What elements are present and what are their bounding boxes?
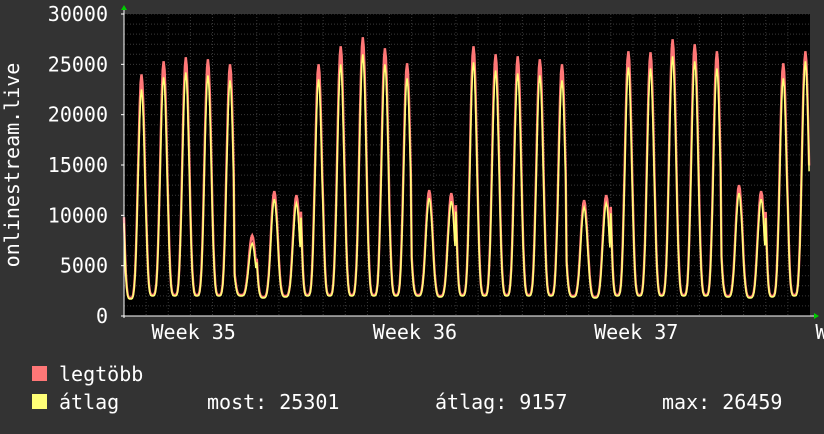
legend-avg-swatch: [32, 394, 47, 409]
y-tick-label: 10000: [48, 203, 108, 227]
stat-max: max: 26459: [662, 390, 782, 414]
legend-max-label: legtöbb: [59, 362, 143, 386]
traffic-chart: 0 5000 10000 15000 20000 25000 30000 Week 35 We…: [0, 0, 824, 430]
y-tick-labels: 0 5000 10000 15000 20000 25000 30000: [48, 2, 108, 328]
legend: legtöbb átlag most: 25301 átlag: 9157 ma…: [32, 362, 782, 414]
y-tick-label: 20000: [48, 103, 108, 127]
y-tick-label: 15000: [48, 153, 108, 177]
x-tick-label: Week 38: [815, 320, 824, 344]
x-axis-arrow-icon: [814, 313, 819, 319]
y-axis-arrow-icon: [121, 5, 127, 10]
x-tick-label: Week 37: [594, 320, 678, 344]
y-tick-label: 5000: [60, 254, 108, 278]
chart-svg: 050001000015000200002500030000 Week 35 We…: [0, 2, 824, 414]
legend-max-swatch: [32, 366, 47, 381]
legend-avg-label: átlag: [59, 390, 119, 414]
y-tick-label: 25000: [48, 52, 108, 76]
x-tick-label: Week 36: [373, 320, 457, 344]
y-axis-label: onlinestream.live: [0, 63, 24, 268]
y-tick-label: 30000: [48, 2, 108, 26]
stat-avg: átlag: 9157: [435, 390, 567, 414]
y-tick-label: 0: [96, 304, 108, 328]
x-tick-labels: Week 35 Week 36 Week 37 Week 38: [151, 320, 824, 344]
x-tick-label: Week 35: [151, 320, 235, 344]
stat-now: most: 25301: [207, 390, 339, 414]
